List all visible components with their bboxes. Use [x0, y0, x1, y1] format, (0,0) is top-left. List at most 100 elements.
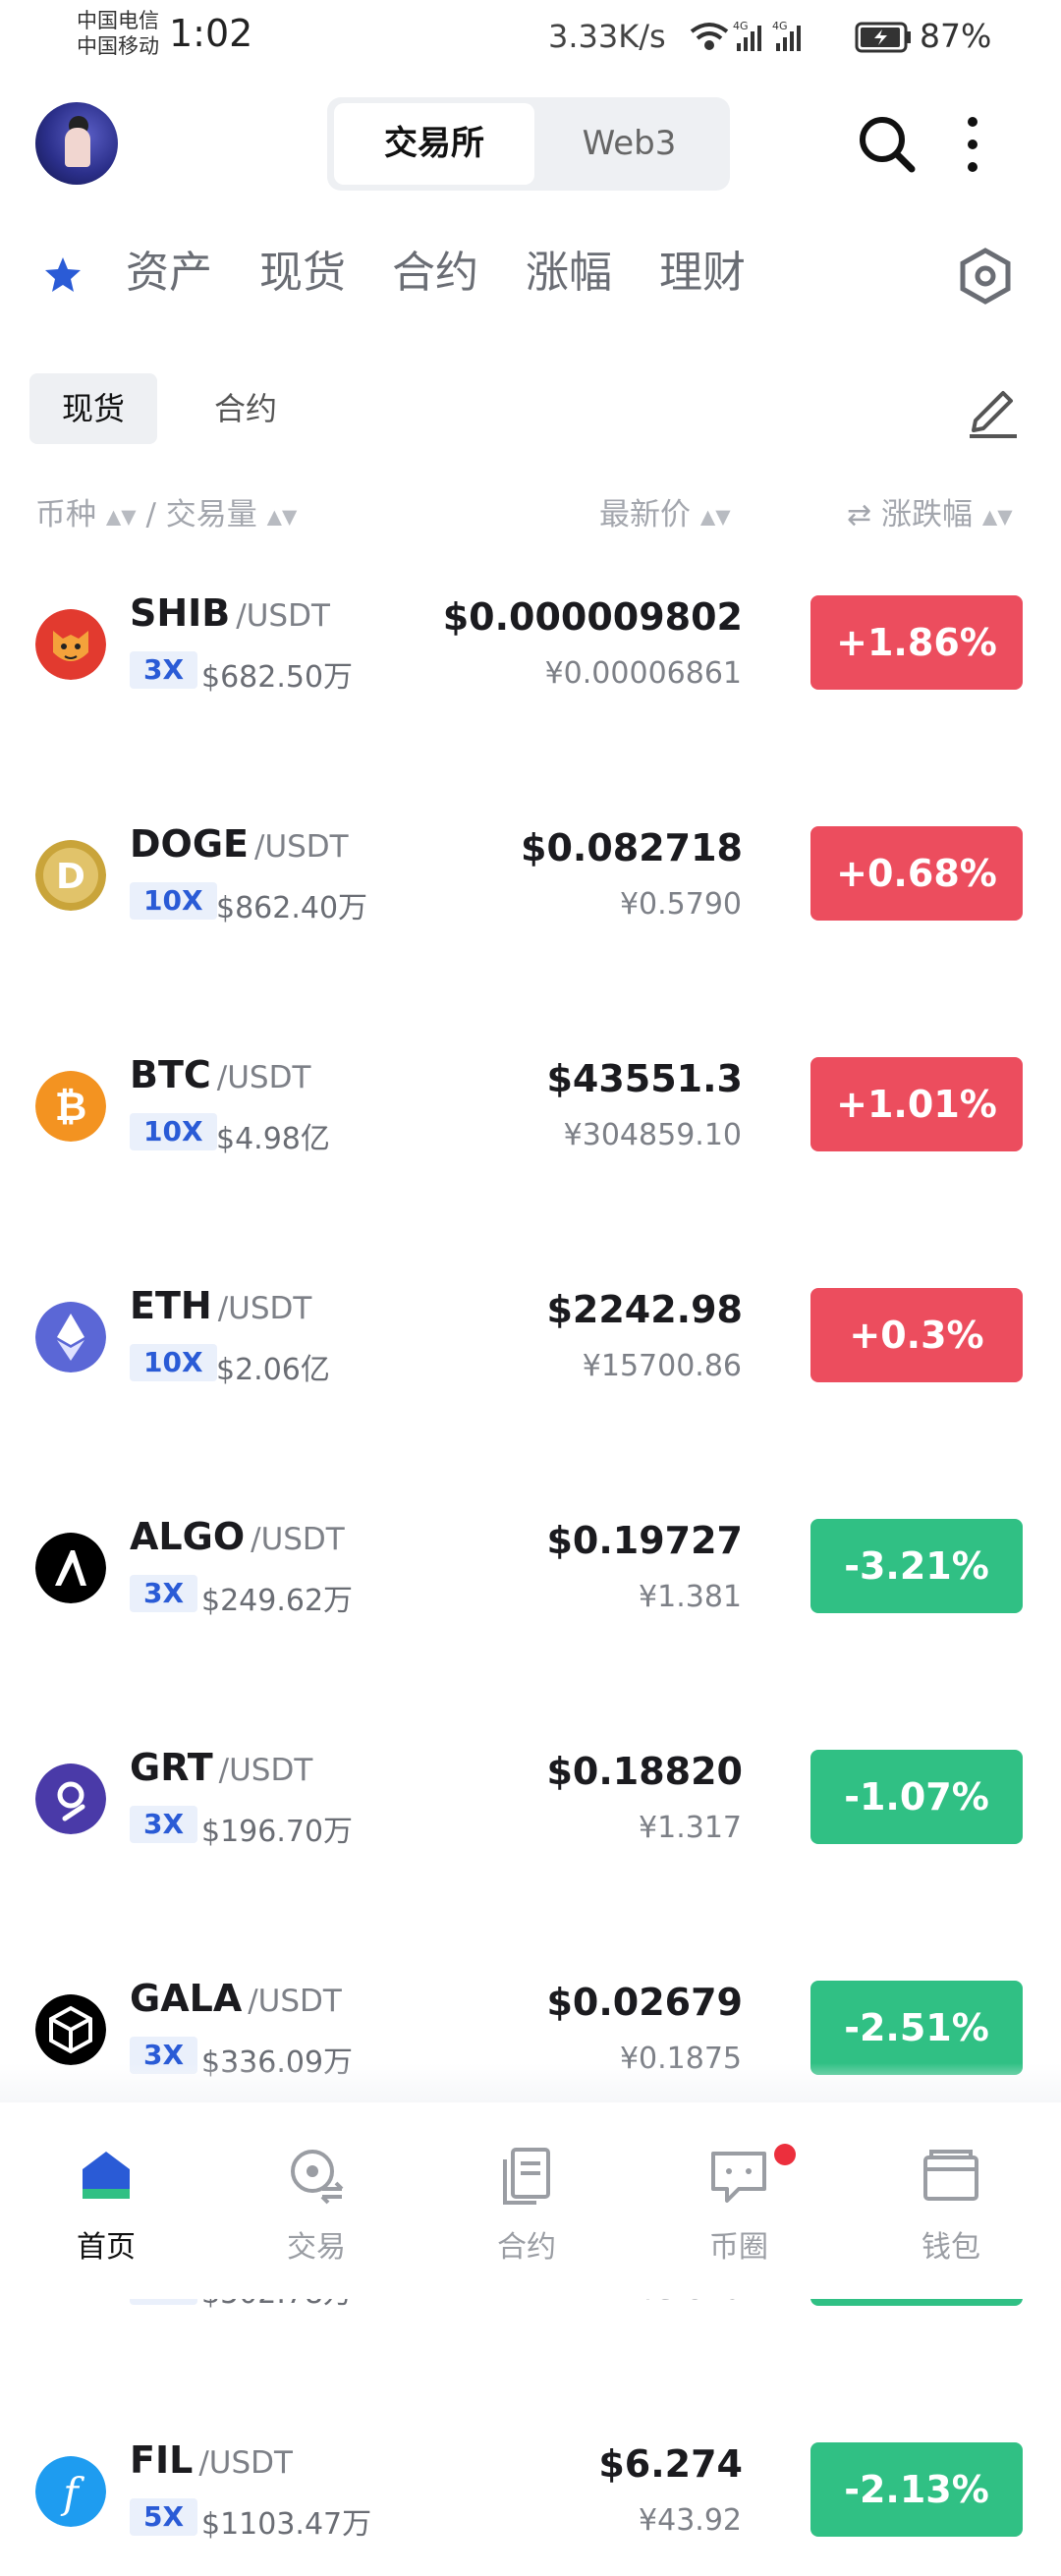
price-usd: $0.19727: [546, 1519, 743, 1562]
coin-symbol-text: BTC: [130, 1053, 211, 1096]
mode-web3-button[interactable]: Web3: [534, 103, 724, 185]
volume-24h: $682.50万: [201, 660, 354, 695]
sort-arrows-icon: ▲▼: [981, 504, 1013, 529]
sort-arrows-icon: ▲▼: [699, 504, 731, 529]
coin-symbol-text: FIL: [130, 2438, 194, 2482]
doge-icon: D: [35, 840, 106, 911]
swap-arrows-icon[interactable]: ⇄: [847, 498, 871, 532]
signal-wifi-battery-icons: 4G 4G: [690, 20, 911, 53]
svg-text:D: D: [56, 857, 85, 897]
volume-24h: $862.40万: [216, 891, 368, 925]
avatar[interactable]: [35, 102, 118, 185]
market-row-btc[interactable]: ₿ BTC/USDT 10X $4.98亿 $43551.3 ¥304859.1…: [0, 1020, 1061, 1191]
leverage-badge: 5X: [130, 2498, 198, 2536]
tab-assets[interactable]: 资产: [126, 244, 212, 303]
coin-symbol: ETH/USDT: [130, 1284, 311, 1327]
community-icon: [711, 2152, 766, 2203]
price-usd: $0.02679: [546, 1981, 743, 2024]
quote-currency: /USDT: [254, 829, 349, 865]
market-row-grt[interactable]: GRT/USDT 3X $196.70万 $0.18820 ¥1.317 -1.…: [0, 1712, 1061, 1883]
column-price-label: 最新价: [599, 497, 691, 532]
price-cny: ¥0.5790: [619, 887, 742, 922]
svg-text:₿: ₿: [55, 1085, 87, 1130]
tab-gainers[interactable]: 涨幅: [526, 244, 612, 303]
price-usd: $43551.3: [546, 1057, 743, 1100]
price-cny: ¥304859.10: [563, 1118, 742, 1152]
carrier-1: 中国电信: [77, 9, 159, 32]
leverage-badge: 10X: [130, 1344, 217, 1381]
more-menu-icon[interactable]: [958, 110, 987, 179]
trade-icon: [291, 2150, 344, 2205]
nav-home[interactable]: 首页: [8, 2102, 204, 2299]
coin-symbol-text: GRT: [130, 1746, 213, 1789]
algo-icon: [35, 1533, 106, 1603]
sort-arrows-icon: ▲▼: [105, 504, 137, 529]
subtab-spot[interactable]: 现货: [29, 373, 157, 444]
nav-community[interactable]: 币圈: [641, 2102, 837, 2299]
column-volume-label: 交易量: [165, 497, 257, 532]
column-header-change[interactable]: ⇄ 涨跌幅 ▲▼: [847, 491, 1013, 540]
quote-currency: /USDT: [236, 598, 330, 634]
coin-symbol: FIL/USDT: [130, 2438, 293, 2482]
home-icon: [83, 2152, 130, 2199]
search-icon[interactable]: [853, 110, 921, 179]
volume-24h: $2.06亿: [216, 1353, 330, 1387]
tab-earn[interactable]: 理财: [659, 244, 746, 303]
tab-futures[interactable]: 合约: [392, 244, 478, 303]
market-row-algo[interactable]: ALGO/USDT 3X $249.62万 $0.19727 ¥1.381 -3…: [0, 1482, 1061, 1652]
coin-symbol-text: ALGO: [130, 1515, 246, 1558]
leverage-badge: 10X: [130, 882, 217, 920]
network-speed: 3.33K/s: [548, 18, 666, 55]
category-tabs: 资产 现货 合约 涨幅 理财: [0, 244, 1061, 314]
market-row-fil[interactable]: f FIL/USDT 5X $1103.47万 $6.274 ¥43.92 -2…: [0, 2405, 1061, 2576]
market-row-doge[interactable]: D DOGE/USDT 10X $862.40万 $0.082718 ¥0.57…: [0, 789, 1061, 960]
market-row-shib[interactable]: SHIB/USDT 3X $682.50万 $0.000009802 ¥0.00…: [0, 558, 1061, 729]
nav-futures[interactable]: 合约: [428, 2102, 625, 2299]
coin-symbol-text: ETH: [130, 1284, 212, 1327]
change-percent-badge[interactable]: -2.51%: [810, 1981, 1023, 2075]
shib-icon: [35, 609, 106, 680]
notification-dot: [774, 2144, 796, 2165]
change-percent-badge[interactable]: -2.13%: [810, 2442, 1023, 2537]
column-header-coin[interactable]: 币种 ▲▼ / 交易量 ▲▼: [35, 491, 297, 540]
settings-hexagon-icon[interactable]: [955, 246, 1016, 307]
coin-symbol: SHIB/USDT: [130, 591, 330, 635]
mode-exchange-button[interactable]: 交易所: [334, 103, 534, 185]
change-percent-badge[interactable]: -1.07%: [810, 1750, 1023, 1844]
quote-currency: /USDT: [217, 1291, 312, 1326]
tab-spot[interactable]: 现货: [259, 244, 346, 303]
price-usd: $6.274: [598, 2442, 743, 2486]
price-usd: $0.082718: [521, 826, 743, 869]
change-percent-badge[interactable]: +1.01%: [810, 1057, 1023, 1151]
column-coin-label: 币种: [35, 497, 96, 532]
nav-wallet[interactable]: 钱包: [853, 2102, 1049, 2299]
wifi-icon: [690, 23, 729, 50]
fil-icon: f: [35, 2456, 106, 2527]
nav-community-label: 币圈: [709, 2230, 768, 2265]
market-row-eth[interactable]: ETH/USDT 10X $2.06亿 $2242.98 ¥15700.86 +…: [0, 1251, 1061, 1422]
nav-trade[interactable]: 交易: [218, 2102, 415, 2299]
grt-icon: [35, 1764, 106, 1834]
coin-symbol-text: GALA: [130, 1977, 243, 2020]
price-cny: ¥43.92: [639, 2503, 742, 2538]
svg-text:4G: 4G: [772, 20, 788, 32]
change-percent-badge[interactable]: +1.86%: [810, 595, 1023, 690]
quote-currency: /USDT: [216, 1060, 311, 1095]
edit-pencil-icon[interactable]: [966, 381, 1021, 440]
favorites-star-icon[interactable]: [43, 255, 83, 295]
volume-24h: $196.70万: [201, 1815, 354, 1849]
subtab-futures[interactable]: 合约: [192, 373, 300, 444]
change-percent-badge[interactable]: +0.3%: [810, 1288, 1023, 1382]
svg-text:4G: 4G: [733, 20, 749, 32]
change-percent-badge[interactable]: +0.68%: [810, 826, 1023, 921]
change-percent-badge[interactable]: -3.21%: [810, 1519, 1023, 1613]
column-header-price[interactable]: 最新价 ▲▼: [599, 491, 731, 540]
battery-icon: [855, 22, 911, 53]
eth-icon: [35, 1302, 106, 1372]
quote-currency: /USDT: [198, 2445, 293, 2481]
nav-futures-label: 合约: [497, 2230, 556, 2265]
status-bar: 中国电信 中国移动 1:02 3.33K/s 4G 4G 87%: [0, 0, 1061, 71]
nav-home-label: 首页: [77, 2230, 136, 2265]
coin-symbol: GRT/USDT: [130, 1746, 312, 1789]
quote-currency: /USDT: [218, 1753, 313, 1788]
